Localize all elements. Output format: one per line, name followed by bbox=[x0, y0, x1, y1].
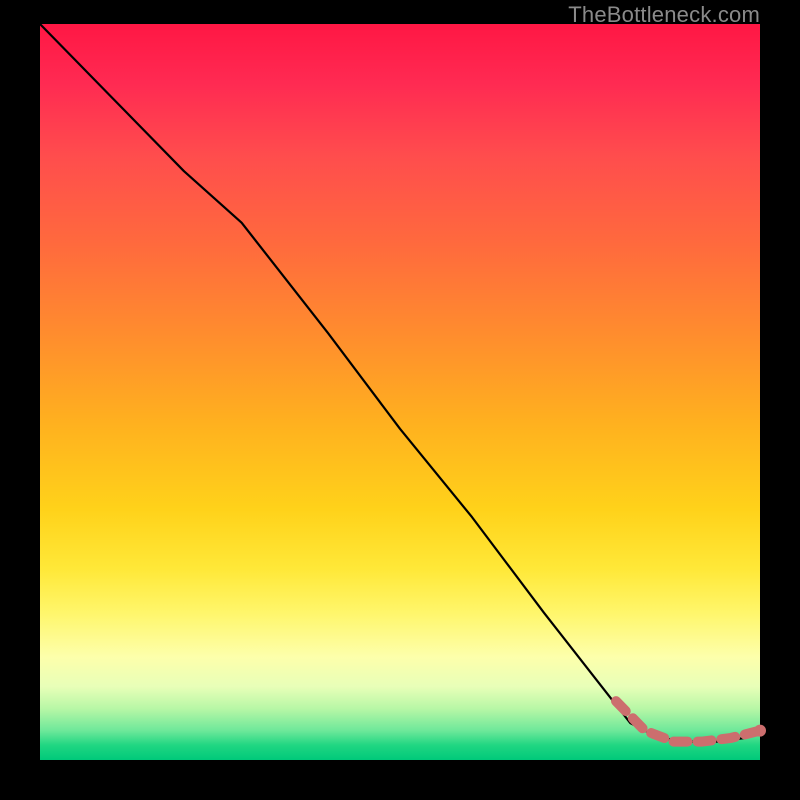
highlight-segment bbox=[616, 701, 760, 742]
main-curve bbox=[40, 24, 760, 742]
highlight-endpoint bbox=[754, 725, 766, 737]
chart-stage: TheBottleneck.com bbox=[0, 0, 800, 800]
plot-area bbox=[40, 24, 760, 760]
chart-svg bbox=[40, 24, 760, 760]
